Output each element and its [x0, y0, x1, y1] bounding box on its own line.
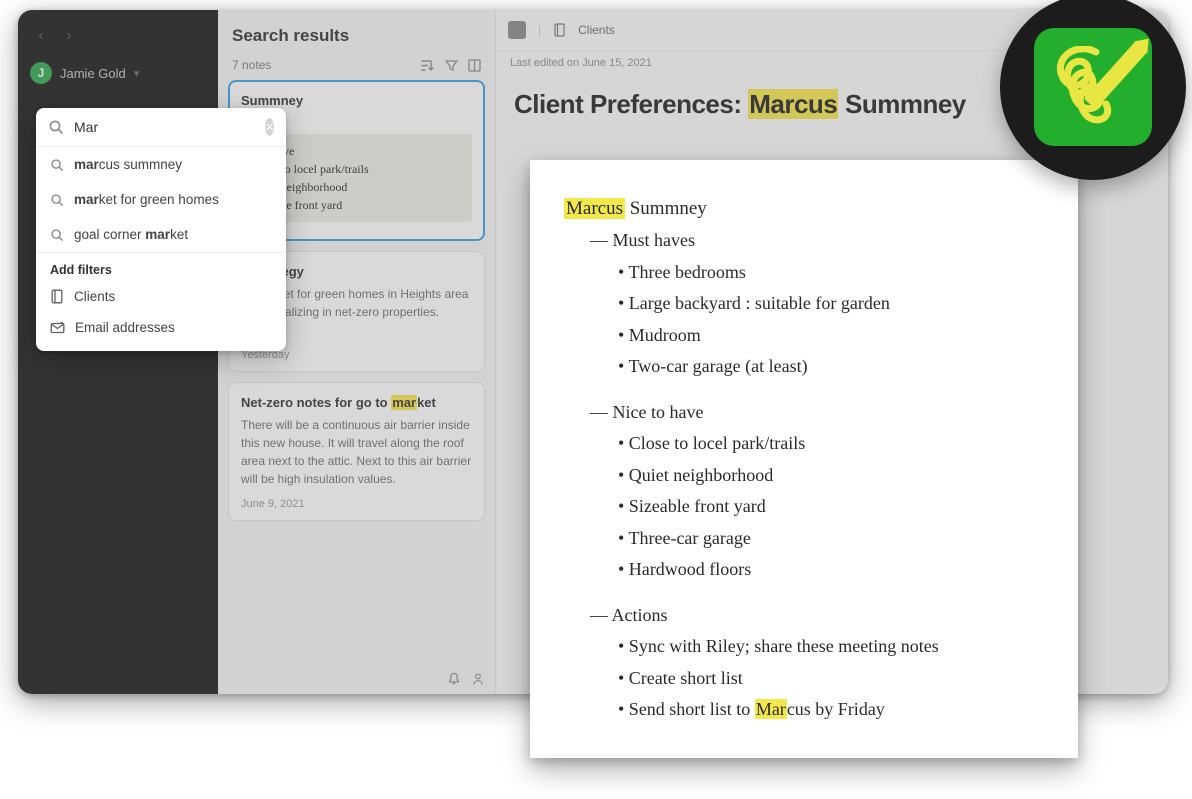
note-card-title: Net-zero notes for go to market	[241, 395, 472, 410]
note-card-date: June 9, 2021	[241, 498, 472, 510]
clear-search-button[interactable]: ✕	[265, 118, 274, 136]
bell-icon[interactable]	[447, 672, 461, 686]
handwritten-note-image: Marcus Summney — Must haves • Three bedr…	[530, 160, 1078, 758]
app-logo-badge	[1000, 0, 1186, 180]
email-icon	[50, 321, 65, 335]
search-input[interactable]	[74, 119, 255, 135]
view-options-button[interactable]	[468, 59, 481, 72]
panel-title: Search results	[232, 26, 481, 46]
person-icon[interactable]	[471, 672, 485, 686]
note-card[interactable]: Net-zero notes for go to market There wi…	[228, 382, 485, 521]
suggestion-item[interactable]: goal corner market	[36, 217, 286, 252]
expand-note-button[interactable]	[508, 21, 526, 39]
suggestion-item[interactable]: market for green homes	[36, 182, 286, 217]
search-icon	[50, 228, 64, 242]
scribble-app-icon	[1034, 28, 1152, 146]
nav-back-button[interactable]: ‹	[30, 24, 52, 46]
sort-button[interactable]	[420, 59, 435, 72]
chevron-down-icon: ▾	[134, 67, 140, 80]
results-count: 7 notes	[232, 58, 271, 72]
search-icon	[48, 119, 64, 135]
filter-option-notebook[interactable]: Clients	[36, 281, 286, 312]
account-switcher[interactable]: J Jamie Gold ▾	[28, 58, 208, 88]
notebook-name[interactable]: Clients	[578, 23, 615, 37]
search-icon	[50, 193, 64, 207]
user-name: Jamie Gold	[60, 66, 126, 81]
user-avatar: J	[30, 62, 52, 84]
note-card-title: Summney	[241, 93, 472, 108]
add-filters-label: Add filters	[36, 252, 286, 281]
notebook-icon	[553, 23, 566, 37]
suggestion-item[interactable]: marcus summney	[36, 147, 286, 182]
note-card-snippet: There will be a continuous air barrier i…	[241, 416, 472, 488]
notebook-icon	[50, 289, 64, 304]
filter-button[interactable]	[445, 59, 458, 72]
search-popup: ✕ marcus summney market for green homes …	[36, 108, 286, 351]
search-icon	[50, 158, 64, 172]
scribble-icon	[1048, 46, 1126, 134]
filter-option-email[interactable]: Email addresses	[36, 312, 286, 343]
nav-forward-button[interactable]: ›	[58, 24, 80, 46]
